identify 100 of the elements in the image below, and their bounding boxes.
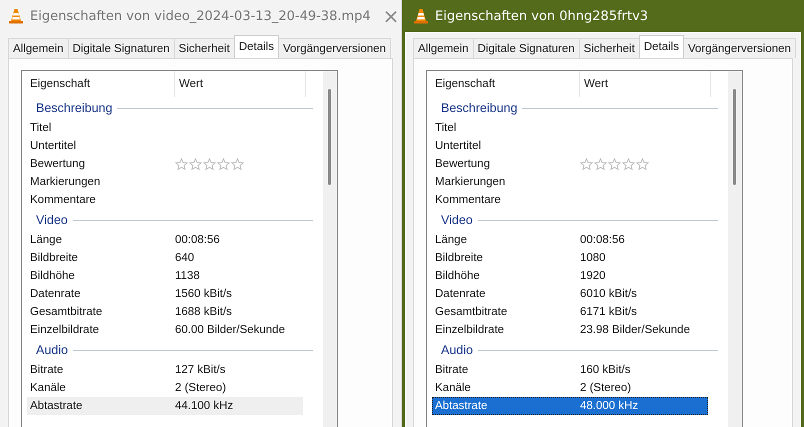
scrollbar[interactable]: [728, 71, 742, 427]
star-icon: [580, 158, 593, 170]
star-icon: [203, 158, 216, 170]
star-icon: [217, 158, 230, 170]
property-name: Bildbreite: [29, 252, 79, 264]
property-name: Länge: [434, 234, 468, 246]
column-header[interactable]: Wert: [175, 71, 306, 97]
property-value: 1560 kBit/s: [175, 288, 232, 300]
property-name: Bitrate: [29, 364, 64, 376]
property-row[interactable]: Untertitel: [432, 137, 708, 155]
property-row[interactable]: Kommentare: [27, 191, 303, 209]
property-row[interactable]: Gesamtbitrate 1688 kBit/s: [27, 303, 303, 321]
property-name: Länge: [29, 234, 63, 246]
property-value: 127 kBit/s: [175, 364, 226, 376]
property-value: 1688 kBit/s: [175, 306, 232, 318]
property-row[interactable]: Bildhöhe 1138: [27, 267, 303, 285]
property-value: 1920: [580, 270, 606, 282]
star-icon: [608, 158, 621, 170]
property-name: Bitrate: [434, 364, 470, 376]
property-row[interactable]: Bildhöhe 1920: [432, 267, 708, 285]
property-name: Markierungen: [29, 176, 102, 188]
traffic-cone-icon: [413, 8, 429, 24]
property-row[interactable]: Bildbreite 1080: [432, 249, 708, 267]
property-row[interactable]: Titel: [432, 119, 708, 137]
star-icon: [594, 158, 607, 170]
property-name: Bildhöhe: [434, 270, 481, 282]
property-row[interactable]: Datenrate 6010 kBit/s: [432, 285, 708, 303]
property-name: Abtastrate: [29, 400, 84, 412]
property-row[interactable]: Bitrate 127 kBit/s: [27, 361, 303, 379]
group-header: Beschreibung: [441, 101, 518, 115]
property-name: Einzelbildrate: [434, 324, 506, 336]
property-row[interactable]: Länge 00:08:56: [27, 231, 303, 249]
property-value: 2 (Stereo): [580, 382, 632, 394]
property-row[interactable]: Datenrate 1560 kBit/s: [27, 285, 303, 303]
property-name: Bewertung: [29, 158, 86, 170]
property-row[interactable]: Markierungen: [27, 173, 303, 191]
property-row[interactable]: Einzelbildrate 23.98 Bilder/Sekunde: [432, 321, 708, 339]
property-value: 6010 kBit/s: [580, 288, 637, 300]
property-name: Bewertung: [434, 158, 491, 170]
property-value: 23.98 Bilder/Sekunde: [580, 324, 690, 336]
property-name: Kommentare: [434, 194, 502, 206]
property-value: 1138: [175, 270, 200, 282]
property-value: 44.100 kHz: [175, 400, 234, 412]
property-value: 640: [175, 252, 194, 264]
window-title: Eigenschaften von video_2024-03-13_20-49-38.mp4: [30, 8, 371, 24]
property-row[interactable]: Einzelbildrate 60.00 Bilder/Sekunde: [27, 321, 303, 339]
star-rating[interactable]: [175, 158, 244, 170]
property-value: 6171 kBit/s: [580, 306, 637, 318]
property-name: Markierungen: [434, 176, 506, 188]
tab[interactable]: Vorgängerversionen: [278, 38, 391, 58]
property-name: Kanäle: [29, 382, 67, 394]
property-row[interactable]: Markierungen: [432, 173, 708, 191]
property-name: Kanäle: [434, 382, 472, 394]
property-row[interactable]: Titel: [27, 119, 303, 137]
property-row[interactable]: Kanäle 2 (Stereo): [27, 379, 303, 397]
property-name: Einzelbildrate: [29, 324, 100, 336]
property-row[interactable]: Gesamtbitrate 6171 kBit/s: [432, 303, 708, 321]
property-row[interactable]: Abtastrate 48.000 kHz: [432, 397, 708, 415]
tab[interactable]: Details: [234, 35, 279, 58]
property-name: Untertitel: [434, 140, 482, 152]
tab[interactable]: Vorgängerversionen: [682, 38, 796, 58]
property-row[interactable]: Kanäle 2 (Stereo): [432, 379, 708, 397]
property-value: 00:08:56: [580, 234, 625, 246]
traffic-cone-icon: [8, 8, 24, 24]
property-name: Datenrate: [29, 288, 82, 300]
group-header: Video: [441, 213, 473, 227]
property-row[interactable]: Untertitel: [27, 137, 303, 155]
property-name: Titel: [434, 122, 458, 134]
group-header: Video: [36, 213, 68, 227]
star-icon: [622, 158, 635, 170]
tab[interactable]: Allgemein: [8, 38, 68, 58]
property-name: Gesamtbitrate: [434, 306, 508, 318]
tab[interactable]: Allgemein: [413, 38, 474, 58]
property-row[interactable]: Bitrate 160 kBit/s: [432, 361, 708, 379]
column-header[interactable]: Eigenschaft: [432, 71, 580, 97]
property-value: 1080: [580, 252, 606, 264]
property-value: 2 (Stereo): [175, 382, 226, 394]
property-row[interactable]: Abtastrate 44.100 kHz: [27, 397, 303, 415]
property-name: Datenrate: [434, 288, 487, 300]
star-icon: [189, 158, 202, 170]
property-value: 48.000 kHz: [580, 400, 638, 412]
property-row[interactable]: Kommentare: [432, 191, 708, 209]
property-name: Untertitel: [29, 140, 78, 152]
property-name: Titel: [29, 122, 52, 134]
property-value: 60.00 Bilder/Sekunde: [175, 324, 285, 336]
scrollbar[interactable]: [323, 71, 337, 427]
star-rating[interactable]: [580, 158, 649, 170]
group-header: Beschreibung: [36, 101, 112, 115]
property-name: Bildhöhe: [29, 270, 76, 282]
column-header[interactable]: Wert: [580, 71, 711, 97]
property-row[interactable]: Bewertung: [27, 155, 303, 173]
tab[interactable]: Details: [638, 35, 684, 58]
property-name: Kommentare: [29, 194, 97, 206]
star-icon: [636, 158, 649, 170]
column-header[interactable]: Eigenschaft: [27, 71, 175, 97]
property-row[interactable]: Länge 00:08:56: [432, 231, 708, 249]
property-value: 00:08:56: [175, 234, 220, 246]
property-row[interactable]: Bildbreite 640: [27, 249, 303, 267]
property-row[interactable]: Bewertung: [432, 155, 708, 173]
group-header: Audio: [36, 343, 68, 357]
